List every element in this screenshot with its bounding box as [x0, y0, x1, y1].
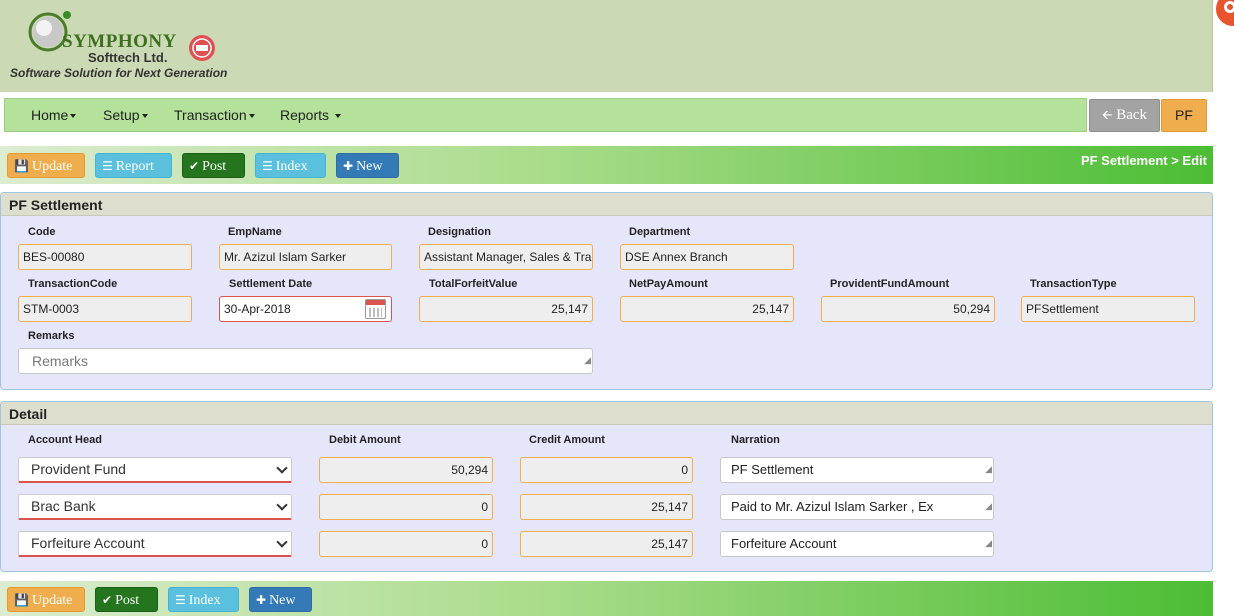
report-button[interactable]: ☰ Report: [95, 153, 172, 178]
narration-text: Forfeiture Account: [731, 536, 837, 551]
transaction-type-field[interactable]: PFSettlement: [1021, 296, 1195, 322]
nav-setup[interactable]: Setup: [103, 107, 148, 123]
plus-icon: ✚: [343, 159, 354, 173]
arrow-left-icon: 🡨: [1101, 108, 1113, 123]
detail-panel: Detail Account Head Debit Amount Credit …: [0, 401, 1213, 572]
nav-home[interactable]: Home: [31, 107, 77, 123]
settlement-date-field[interactable]: 30-Apr-2018: [219, 296, 392, 322]
credit-field[interactable]: 25,147: [520, 531, 693, 557]
chevron-down-icon: [276, 462, 288, 474]
save-icon: 💾: [14, 593, 29, 607]
transaction-type-label: TransactionType: [1030, 278, 1117, 290]
empname-label: EmpName: [228, 226, 282, 238]
debit-field[interactable]: 50,294: [319, 457, 493, 483]
back-button[interactable]: 🡨 Back: [1089, 99, 1160, 132]
select-value: Brac Bank: [31, 498, 96, 514]
department-field[interactable]: DSE Annex Branch: [620, 244, 794, 270]
narration-textarea[interactable]: Paid to Mr. Azizul Islam Sarker , Ex ◢: [720, 494, 994, 520]
debit-field[interactable]: 0: [319, 531, 493, 557]
credit-field[interactable]: 0: [520, 457, 693, 483]
narration-textarea[interactable]: PF Settlement ◢: [720, 457, 994, 483]
remarks-textarea[interactable]: Remarks ◢: [18, 348, 593, 374]
new-button[interactable]: ✚ New: [336, 153, 399, 178]
account-head-select[interactable]: Provident Fund: [18, 457, 292, 483]
transaction-code-label: TransactionCode: [28, 278, 118, 290]
code-field[interactable]: BES-00080: [18, 244, 192, 270]
app-header: SYMPHONY Softtech Ltd. Software Solution…: [0, 0, 1213, 92]
select-value: Forfeiture Account: [31, 535, 145, 551]
settlement-date-value: 30-Apr-2018: [224, 302, 291, 316]
net-pay-label: NetPayAmount: [629, 278, 708, 290]
remarks-label: Remarks: [28, 330, 75, 342]
designation-field[interactable]: Assistant Manager, Sales & Tra: [419, 244, 593, 270]
list-icon: ☰: [102, 159, 113, 173]
panel-title: PF Settlement: [1, 193, 1212, 216]
update-button[interactable]: 💾 Update: [7, 153, 85, 178]
index-button[interactable]: ☰ Index: [168, 587, 239, 612]
narration-header: Narration: [731, 434, 780, 446]
empname-field[interactable]: Mr. Azizul Islam Sarker: [219, 244, 392, 270]
check-icon: ✔: [189, 159, 200, 173]
bottom-toolbar: 💾 Update ✔ Post ☰ Index ✚ New: [0, 581, 1213, 616]
caret-down-icon: [141, 114, 148, 119]
total-forfeit-field[interactable]: 25,147: [419, 296, 593, 322]
navbar-wrapper: Home Setup Transaction Reports: [0, 92, 1213, 138]
provident-fund-label: ProvidentFundAmount: [830, 278, 950, 290]
select-value: Provident Fund: [31, 461, 126, 477]
caret-down-icon: [334, 114, 341, 119]
account-head-header: Account Head: [28, 434, 102, 446]
account-head-select[interactable]: Forfeiture Account: [18, 531, 292, 557]
list-icon: ☰: [262, 159, 273, 173]
chevron-down-icon: [276, 536, 288, 548]
debit-header: Debit Amount: [329, 434, 401, 446]
transaction-code-field[interactable]: STM-0003: [18, 296, 192, 322]
top-toolbar: 💾 Update ☰ Report ✔ Post ☰ Index ✚ New PF Set…: [0, 146, 1213, 184]
brand-seal-icon: [189, 35, 215, 61]
logo-subname: Softtech Ltd.: [88, 50, 168, 65]
total-forfeit-label: TotalForfeitValue: [429, 278, 518, 290]
list-icon: ☰: [175, 593, 186, 607]
caret-down-icon: [70, 114, 77, 119]
post-button[interactable]: ✔ Post: [95, 587, 158, 612]
pf-button[interactable]: PF: [1161, 99, 1207, 132]
plus-icon: ✚: [256, 593, 267, 607]
calendar-icon[interactable]: [365, 299, 386, 319]
resize-handle-icon[interactable]: ◢: [978, 540, 992, 555]
nav-transaction[interactable]: Transaction: [174, 107, 255, 123]
update-button[interactable]: 💾 Update: [7, 587, 85, 612]
main-navbar: Home Setup Transaction Reports: [4, 98, 1087, 132]
net-pay-field[interactable]: 25,147: [620, 296, 794, 322]
caret-down-icon: [248, 114, 255, 119]
account-head-select[interactable]: Brac Bank: [18, 494, 292, 520]
remarks-placeholder: Remarks: [32, 353, 89, 369]
index-button[interactable]: ☰ Index: [255, 153, 326, 178]
resize-handle-icon[interactable]: ◢: [978, 503, 992, 518]
check-icon: ✔: [102, 593, 113, 607]
save-icon: 💾: [14, 159, 29, 173]
settlement-date-label: Settlement Date: [229, 278, 313, 290]
breadcrumb: PF Settlement > Edit: [1080, 153, 1207, 168]
designation-label: Designation: [428, 226, 491, 238]
narration-text: Paid to Mr. Azizul Islam Sarker , Ex: [731, 499, 934, 514]
post-button[interactable]: ✔ Post: [182, 153, 245, 178]
narration-textarea[interactable]: Forfeiture Account ◢: [720, 531, 994, 557]
nav-reports[interactable]: Reports: [280, 107, 341, 123]
notification-badge-icon[interactable]: [1216, 0, 1234, 26]
panel-title: Detail: [1, 402, 1212, 425]
code-label: Code: [28, 226, 56, 238]
logo-tagline: Software Solution for Next Generation: [10, 66, 228, 80]
credit-field[interactable]: 25,147: [520, 494, 693, 520]
resize-handle-icon[interactable]: ◢: [577, 357, 591, 372]
chevron-down-icon: [276, 499, 288, 511]
provident-fund-field[interactable]: 50,294: [821, 296, 995, 322]
credit-header: Credit Amount: [529, 434, 605, 446]
debit-field[interactable]: 0: [319, 494, 493, 520]
resize-handle-icon[interactable]: ◢: [978, 466, 992, 481]
pf-settlement-panel: PF Settlement Code EmpName Designation D…: [0, 192, 1213, 390]
new-button[interactable]: ✚ New: [249, 587, 312, 612]
department-label: Department: [629, 226, 691, 238]
narration-text: PF Settlement: [731, 462, 814, 477]
